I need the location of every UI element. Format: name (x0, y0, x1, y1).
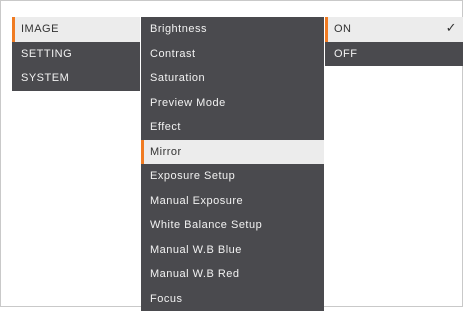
submenu-item-preview-mode[interactable]: Preview Mode (141, 91, 324, 116)
submenu-item-brightness[interactable]: Brightness (141, 17, 324, 42)
submenu-item-label: Focus (150, 293, 182, 305)
submenu-item-label: Manual W.B Red (150, 268, 240, 280)
submenu-item-white-balance-setup[interactable]: White Balance Setup (141, 213, 324, 238)
submenu-item-manual-wb-blue[interactable]: Manual W.B Blue (141, 238, 324, 263)
submenu-item-label: Exposure Setup (150, 170, 235, 182)
submenu-item-focus[interactable]: Focus (141, 287, 324, 311)
submenu-item-label: Brightness (150, 23, 207, 35)
option-label: ON (334, 23, 352, 35)
option-label: OFF (334, 48, 358, 60)
menu-item-label: SETTING (21, 48, 72, 60)
submenu-item-label: Manual Exposure (150, 195, 243, 207)
menu-item-setting[interactable]: SETTING (12, 42, 140, 67)
menu-item-label: SYSTEM (21, 72, 69, 84)
menu-item-image[interactable]: IMAGE (12, 17, 140, 42)
image-submenu: Brightness Contrast Saturation Preview M… (141, 17, 324, 311)
submenu-item-saturation[interactable]: Saturation (141, 66, 324, 91)
submenu-item-mirror[interactable]: Mirror (141, 140, 324, 165)
submenu-item-label: Mirror (150, 146, 182, 158)
menu-item-label: IMAGE (21, 23, 59, 35)
submenu-item-label: Saturation (150, 72, 205, 84)
submenu-item-label: White Balance Setup (150, 219, 262, 231)
option-on[interactable]: ON ✓ (325, 17, 463, 42)
submenu-item-effect[interactable]: Effect (141, 115, 324, 140)
submenu-item-label: Effect (150, 121, 181, 133)
main-menu: IMAGE SETTING SYSTEM (12, 17, 140, 91)
submenu-item-label: Preview Mode (150, 97, 226, 109)
submenu-item-label: Contrast (150, 48, 196, 60)
submenu-item-manual-exposure[interactable]: Manual Exposure (141, 189, 324, 214)
checkmark-icon: ✓ (446, 17, 457, 42)
menu-item-system[interactable]: SYSTEM (12, 66, 140, 91)
mirror-options-menu: ON ✓ OFF (325, 17, 463, 66)
submenu-item-exposure-setup[interactable]: Exposure Setup (141, 164, 324, 189)
option-off[interactable]: OFF (325, 42, 463, 67)
submenu-item-manual-wb-red[interactable]: Manual W.B Red (141, 262, 324, 287)
submenu-item-label: Manual W.B Blue (150, 244, 242, 256)
submenu-item-contrast[interactable]: Contrast (141, 42, 324, 67)
